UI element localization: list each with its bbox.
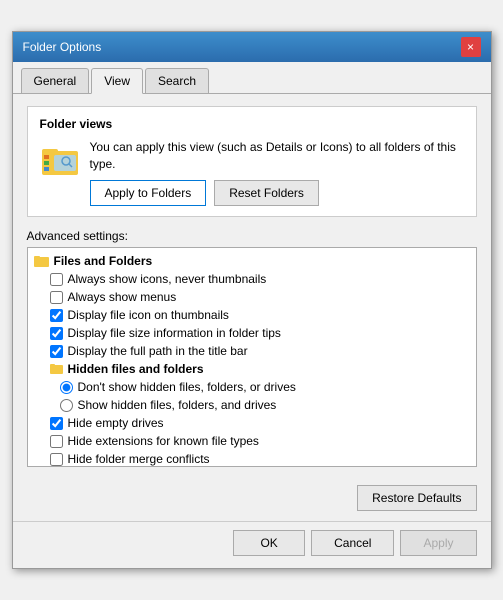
folder-views-description: You can apply this view (such as Details…	[90, 139, 464, 173]
tab-content: Folder views	[13, 94, 491, 480]
folder-views-section: Folder views	[27, 106, 477, 218]
folder-options-dialog: Folder Options × General View Search Fol…	[12, 31, 492, 570]
item-label: Show hidden files, folders, and drives	[78, 398, 277, 412]
checkbox-display-full-path[interactable]	[50, 345, 63, 358]
group-label-files-and-folders: Files and Folders	[54, 254, 153, 268]
dialog-footer: OK Cancel Apply	[13, 521, 491, 568]
subgroup-hidden-files: Hidden files and folders	[28, 360, 476, 378]
reset-folders-button[interactable]: Reset Folders	[214, 180, 319, 206]
list-item: Don't show hidden files, folders, or dri…	[28, 378, 476, 396]
checkbox-always-show-icons[interactable]	[50, 273, 63, 286]
group-header-files-and-folders: Files and Folders	[28, 252, 476, 270]
item-label: Don't show hidden files, folders, or dri…	[78, 380, 296, 394]
tab-view[interactable]: View	[91, 68, 143, 94]
advanced-settings-label: Advanced settings:	[27, 229, 477, 243]
checkbox-display-file-size[interactable]	[50, 327, 63, 340]
list-item: Display file icon on thumbnails	[28, 306, 476, 324]
list-item: Display the full path in the title bar	[28, 342, 476, 360]
dialog-title: Folder Options	[23, 40, 102, 54]
list-item: Hide extensions for known file types	[28, 432, 476, 450]
cancel-button[interactable]: Cancel	[311, 530, 394, 556]
settings-list-container[interactable]: Files and Folders Always show icons, nev…	[27, 247, 477, 467]
item-label: Hide extensions for known file types	[68, 434, 259, 448]
folder-views-title: Folder views	[40, 117, 464, 131]
restore-defaults-button[interactable]: Restore Defaults	[357, 485, 476, 511]
checkbox-hide-extensions[interactable]	[50, 435, 63, 448]
title-bar: Folder Options ×	[13, 32, 491, 62]
folder-views-inner: You can apply this view (such as Details…	[40, 139, 464, 207]
list-item: Show hidden files, folders, and drives	[28, 396, 476, 414]
list-item: Always show menus	[28, 288, 476, 306]
ok-button[interactable]: OK	[233, 530, 305, 556]
list-item: Always show icons, never thumbnails	[28, 270, 476, 288]
checkbox-hide-folder-merge[interactable]	[50, 453, 63, 466]
folder-views-buttons: Apply to Folders Reset Folders	[90, 180, 464, 206]
item-label: Always show menus	[68, 290, 177, 304]
tab-general[interactable]: General	[21, 68, 90, 93]
restore-defaults-row: Restore Defaults	[13, 479, 491, 517]
item-label: Hide empty drives	[68, 416, 164, 430]
checkbox-display-file-icon[interactable]	[50, 309, 63, 322]
subgroup-label: Hidden files and folders	[68, 362, 204, 376]
tab-search[interactable]: Search	[145, 68, 209, 93]
list-item: Hide empty drives	[28, 414, 476, 432]
apply-button[interactable]: Apply	[400, 530, 476, 556]
close-button[interactable]: ×	[461, 37, 481, 57]
folder-views-right: You can apply this view (such as Details…	[90, 139, 464, 207]
radio-dont-show-hidden[interactable]	[60, 381, 73, 394]
item-label: Display the full path in the title bar	[68, 344, 248, 358]
item-label: Hide folder merge conflicts	[68, 452, 210, 466]
list-item: Display file size information in folder …	[28, 324, 476, 342]
radio-show-hidden[interactable]	[60, 399, 73, 412]
item-label: Display file icon on thumbnails	[68, 308, 229, 322]
checkbox-always-show-menus[interactable]	[50, 291, 63, 304]
list-item: Hide folder merge conflicts	[28, 450, 476, 467]
apply-to-folders-button[interactable]: Apply to Folders	[90, 180, 207, 206]
folder-icon	[40, 141, 80, 177]
tab-bar: General View Search	[13, 62, 491, 94]
settings-list: Files and Folders Always show icons, nev…	[28, 248, 476, 467]
checkbox-hide-empty-drives[interactable]	[50, 417, 63, 430]
item-label: Always show icons, never thumbnails	[68, 272, 267, 286]
item-label: Display file size information in folder …	[68, 326, 281, 340]
